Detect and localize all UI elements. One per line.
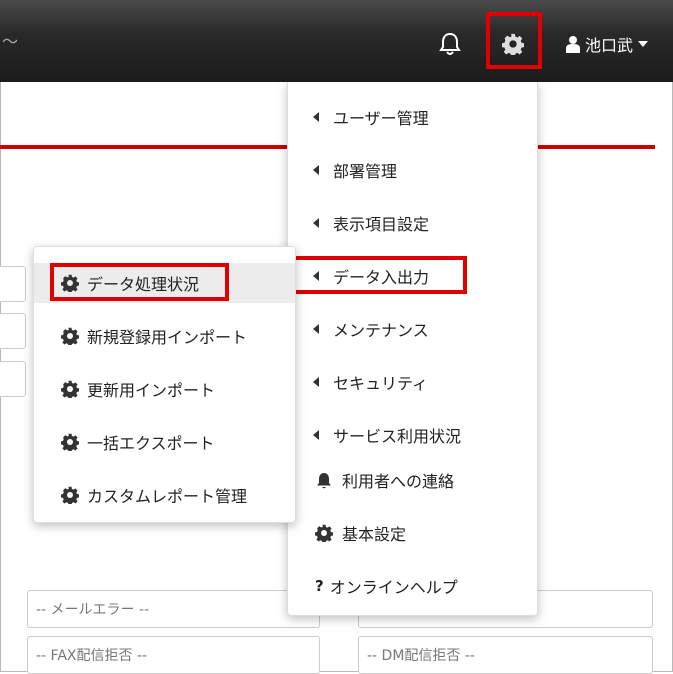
submenu-item-label: 更新用インポート	[87, 381, 216, 400]
menu-item-security[interactable]: セキュリティ	[288, 364, 537, 400]
question-icon: ?	[315, 577, 324, 595]
menu-item-label: 利用者への連絡	[342, 472, 455, 491]
chevron-down-icon	[638, 41, 649, 47]
gear-icon	[61, 327, 79, 345]
menu-item-label: メンテナンス	[333, 321, 429, 340]
menu-item-label: 基本設定	[342, 525, 407, 544]
gear-icon	[61, 380, 79, 398]
dm-refusal-select[interactable]: -- DM配信拒否 --	[358, 636, 653, 674]
menu-item-department-management[interactable]: 部署管理	[288, 152, 537, 188]
menu-item-label: 部署管理	[333, 162, 398, 181]
menu-item-label: セキュリティ	[333, 374, 429, 393]
menu-item-user-notice[interactable]: 利用者への連絡	[288, 462, 537, 498]
fax-refusal-select[interactable]: -- FAX配信拒否 --	[27, 636, 320, 674]
menu-item-label: オンラインヘルプ	[329, 578, 458, 597]
submenu-item-label: カスタムレポート管理	[87, 487, 248, 506]
caret-left-icon	[313, 377, 319, 387]
user-menu[interactable]: 池口武	[566, 32, 649, 56]
menu-item-display-settings[interactable]: 表示項目設定	[288, 205, 537, 241]
menu-item-user-management[interactable]: ユーザー管理	[288, 99, 537, 135]
submenu-item-label: 新規登録用インポート	[87, 328, 248, 347]
settings-highlight-box	[486, 12, 542, 69]
caret-left-icon	[313, 112, 319, 122]
menu-item-maintenance[interactable]: メンテナンス	[288, 311, 537, 347]
caret-left-icon	[313, 165, 319, 175]
notification-bell-icon[interactable]	[439, 32, 461, 56]
processing-status-highlight-box	[50, 263, 229, 301]
caret-left-icon	[313, 430, 319, 440]
submenu-item-label: 一括エクスポート	[87, 434, 215, 453]
breadcrumb: 〜	[2, 32, 19, 51]
admin-dropdown-menu: ユーザー管理 部署管理 表示項目設定 データ入出力 メンテナンス セキュリティ …	[287, 82, 538, 616]
top-navigation-bar: 〜 池口武	[0, 0, 673, 82]
menu-item-label: ユーザー管理	[333, 109, 429, 128]
submenu-item-custom-report[interactable]: カスタムレポート管理	[34, 475, 295, 515]
bell-icon	[315, 471, 333, 489]
form-field-2[interactable]	[0, 313, 26, 349]
submenu-item-new-import[interactable]: 新規登録用インポート	[34, 316, 295, 356]
menu-item-label: 表示項目設定	[333, 215, 430, 234]
form-field-1[interactable]	[0, 266, 26, 302]
submenu-item-update-import[interactable]: 更新用インポート	[34, 369, 295, 409]
mail-error-select[interactable]: -- メールエラー --	[27, 590, 320, 628]
user-name: 池口武	[585, 36, 634, 55]
menu-item-basic-settings[interactable]: 基本設定	[288, 515, 537, 551]
data-io-highlight-box	[292, 256, 467, 294]
menu-item-label: サービス利用状況	[333, 427, 462, 446]
gear-icon	[315, 524, 333, 542]
gear-icon	[61, 486, 79, 504]
gear-icon	[61, 433, 79, 451]
form-field-3[interactable]	[0, 361, 26, 397]
caret-left-icon	[313, 324, 319, 334]
caret-left-icon	[313, 218, 319, 228]
menu-item-online-help[interactable]: ? オンラインヘルプ	[288, 568, 537, 604]
submenu-item-bulk-export[interactable]: 一括エクスポート	[34, 422, 295, 462]
menu-item-service-usage[interactable]: サービス利用状況	[288, 417, 537, 453]
user-icon	[566, 36, 580, 53]
